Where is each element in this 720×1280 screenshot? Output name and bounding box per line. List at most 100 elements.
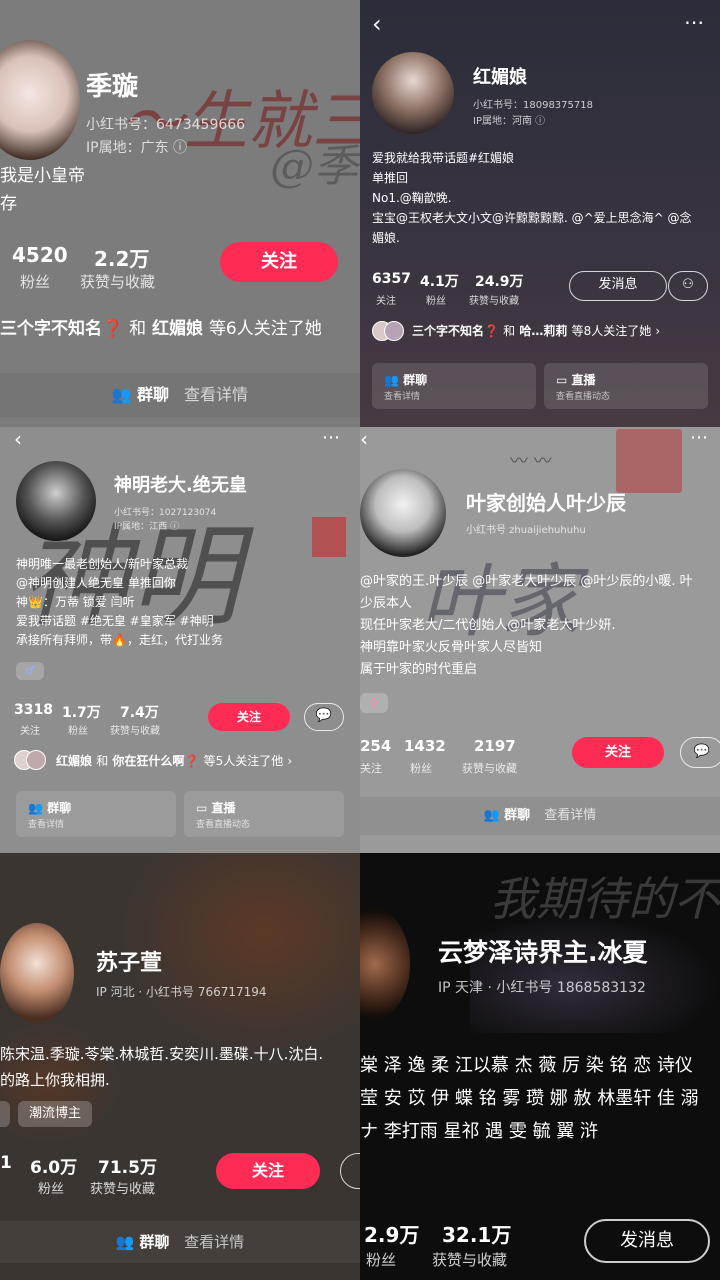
fans-label: 粉丝 (426, 296, 446, 307)
follow-button[interactable]: 关注 (572, 737, 664, 768)
likes-label: 获赞与收藏 (110, 726, 160, 737)
avatar[interactable] (16, 461, 96, 541)
profile-collage: 〜生就三字 @季璇 季璇 小红书号：6473459666 IP属地：广东 ⓘ 我… (0, 0, 720, 1280)
ip-location: IP属地：广东 ⓘ (86, 140, 188, 156)
fans-count[interactable]: 4520 (12, 243, 68, 267)
likes-count[interactable]: 24.9万 (475, 271, 524, 291)
group-chat-bar[interactable]: 👥 群聊 查看详情 (0, 1221, 360, 1263)
ip-and-id: IP 天津 · 小红书号 1868583132 (438, 980, 646, 996)
likes-count[interactable]: 71.5万 (98, 1153, 157, 1178)
live-icon: ▭ (556, 373, 568, 387)
fans-label: 粉丝 (38, 1182, 65, 1197)
avatar[interactable] (360, 909, 410, 1019)
bio: 爱我就给我带话题#红媚娘 单推回 No1.@鞠歆晚. 宝宝@王权老大文小文@许黥… (372, 151, 692, 245)
mutual-avatars (14, 750, 48, 770)
back-icon[interactable]: ‹ (360, 427, 368, 451)
fans-count[interactable]: 2.9万 (364, 1219, 419, 1248)
more-icon[interactable]: ⋯ (322, 427, 340, 448)
tag-partial[interactable] (0, 1101, 10, 1127)
tag-fashion-blogger[interactable]: 潮流博主 (18, 1101, 92, 1127)
group-chat-card[interactable]: 👥 群聊 查看详情 (16, 791, 176, 837)
profile-name: 叶家创始人叶少辰 (466, 491, 626, 515)
mutual-avatars (372, 321, 406, 341)
likes-count[interactable]: 7.4万 (120, 702, 159, 722)
more-icon[interactable]: ⋯ (690, 427, 708, 448)
avatar[interactable] (372, 52, 454, 134)
message-button[interactable]: 发消息 (584, 1219, 710, 1263)
profile-panel-bingxia: 我期待的不是雪 云梦泽诗界主.冰夏 IP 天津 · 小红书号 186858313… (360, 853, 720, 1280)
info-icon[interactable]: ⓘ (535, 116, 545, 127)
group-icon: 👥 (483, 808, 500, 823)
bio-line: 我是小皇帝 (0, 166, 85, 186)
following-count[interactable]: 1 (0, 1153, 12, 1173)
mutual-follow-note[interactable]: 三个字不知名❓ 和 红媚娘 等6人关注了她 (0, 314, 322, 339)
likes-count[interactable]: 32.1万 (442, 1219, 511, 1248)
profile-name: 红媚娘 (473, 67, 527, 88)
likes-label: 获赞与收藏 (90, 1182, 156, 1197)
live-card[interactable]: ▭ 直播 查看直播动态 (544, 363, 708, 409)
following-count[interactable]: 3318 (14, 702, 53, 718)
bird-decoration: 〰 〰 (510, 451, 552, 472)
chat-icon[interactable] (340, 1153, 360, 1189)
bio: 神明唯一最老创始人/新叶家总裁 @神明创建人绝无皇 单推回你 神👑：万蒂 锁爱 … (16, 557, 223, 647)
follow-button[interactable]: 关注 (208, 703, 290, 731)
ip-location: IP属地：江西 ⓘ (114, 522, 179, 532)
profile-panel-jixuan: 〜生就三字 @季璇 季璇 小红书号：6473459666 IP属地：广东 ⓘ 我… (0, 0, 360, 427)
chevron-right-icon: › (287, 754, 293, 768)
message-button[interactable]: 发消息 (569, 271, 667, 301)
bio: 陈宋温.季璇.苓棠.林城哲.安奕川.墨碟.十八.沈白. 的路上你我相拥. (0, 1045, 324, 1089)
back-icon[interactable]: ‹ (14, 427, 22, 451)
live-icon: ▭ (196, 801, 208, 815)
fans-count[interactable]: 4.1万 (420, 271, 459, 291)
gender-badge: ♂ (16, 662, 44, 680)
follow-button[interactable]: 关注 (220, 242, 338, 282)
profile-panel-shenming: 神明 ‹ ⋯ 神明老大.绝无皇 小红书号：1027123074 IP属地：江西 … (0, 427, 360, 853)
group-chat-bar[interactable]: 👥 群聊 查看详情 (360, 797, 720, 835)
group-chat-bar[interactable]: 👥 群聊 查看详情 (0, 373, 360, 417)
fans-label: 粉丝 (410, 762, 432, 775)
mutual-follow-note[interactable]: 红媚娘 和 你在狂什么啊❓ 等5人关注了他 › (56, 752, 292, 769)
avatar[interactable] (0, 40, 80, 160)
ip-location: IP属地：河南 ⓘ (473, 116, 546, 127)
seal-stamp (616, 429, 682, 493)
group-icon: 👥 (115, 1233, 135, 1251)
info-icon[interactable]: ⓘ (170, 522, 179, 532)
group-icon: 👥 (384, 373, 399, 387)
likes-count[interactable]: 2.2万 (94, 243, 149, 272)
following-label: 关注 (20, 726, 40, 737)
fans-label: 粉丝 (366, 1251, 397, 1269)
likes-label: 获赞与收藏 (80, 273, 156, 291)
fans-label: 粉丝 (20, 273, 51, 291)
likes-label: 获赞与收藏 (469, 296, 519, 307)
profile-panel-suzixuan: 苏子萱 IP 河北 · 小红书号 766717194 陈宋温.季璇.苓棠.林城哲… (0, 853, 360, 1280)
profile-name: 季璇 (86, 72, 139, 102)
avatar[interactable] (360, 469, 446, 557)
bio: 棠 泽 逸 柔 江以慕 杰 薇 厉 染 铭 恋 诗仪 莹 安 苡 伊 蝶 铭 雾… (360, 1055, 699, 1142)
chevron-right-icon: › (655, 324, 661, 338)
back-icon[interactable]: ‹ (372, 10, 382, 38)
chat-icon[interactable]: 💬 (304, 703, 344, 731)
likes-label: 获赞与收藏 (432, 1251, 508, 1269)
more-icon[interactable]: ⋯ (684, 10, 705, 34)
fans-count[interactable]: 1432 (404, 737, 446, 755)
profile-name: 苏子萱 (96, 951, 163, 976)
account-id: 小红书号：18098375718 (473, 100, 593, 111)
fans-count[interactable]: 1.7万 (62, 702, 101, 722)
following-count[interactable]: 6357 (372, 271, 411, 287)
bio: @叶家的王.叶少辰 @叶家老大叶少辰 @叶少辰的小暖. 叶 少辰本人 现任叶家老… (360, 574, 693, 677)
live-card[interactable]: ▭ 直播 查看直播动态 (184, 791, 344, 837)
seal-stamp (312, 517, 346, 557)
group-chat-card[interactable]: 👥 群聊 查看详情 (372, 363, 536, 409)
chat-icon[interactable]: 💬 (680, 737, 720, 768)
mutual-follow-note[interactable]: 三个字不知名❓ 和 哈…莉莉 等8人关注了她 › (412, 322, 660, 339)
follow-button[interactable]: 关注 (216, 1153, 320, 1189)
info-icon[interactable]: ⓘ (173, 140, 187, 156)
avatar[interactable] (0, 923, 74, 1023)
fans-count[interactable]: 6.0万 (30, 1153, 77, 1178)
account-id: 小红书号 zhuaijiehuhuhu (466, 525, 586, 536)
add-friend-icon[interactable]: ⚇ (668, 271, 708, 301)
flower-decoration (470, 913, 720, 1033)
following-count[interactable]: 254 (360, 737, 391, 755)
likes-count[interactable]: 2197 (474, 737, 516, 755)
bio-line: 存 (0, 194, 17, 214)
